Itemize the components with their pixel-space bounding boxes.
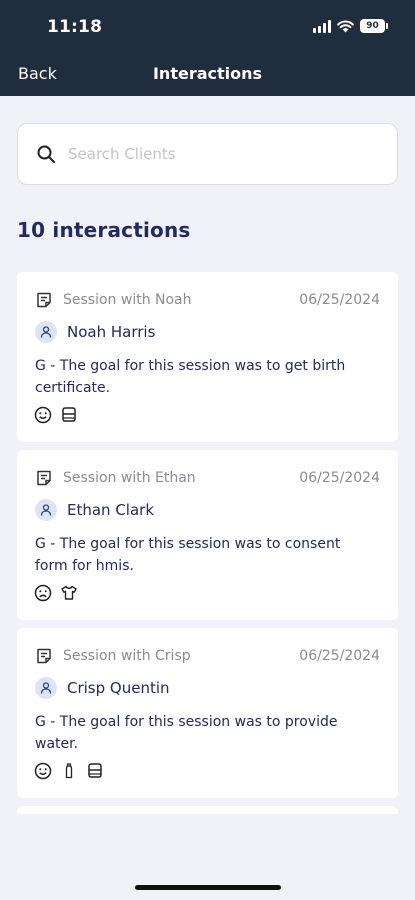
interaction-count: 10 interactions — [17, 218, 191, 242]
battery-level: 90 — [366, 21, 379, 31]
shirt-icon — [60, 584, 78, 602]
client-avatar-icon — [35, 677, 57, 699]
session-date: 06/25/2024 — [299, 470, 380, 486]
search-bar[interactable] — [17, 123, 398, 185]
battery-icon: 90 — [360, 19, 388, 33]
session-date: 06/25/2024 — [299, 292, 380, 308]
back-button[interactable]: Back — [18, 64, 57, 83]
status-time: 11:18 — [47, 17, 103, 37]
interaction-card[interactable]: Session with Crisp 06/25/2024 Crisp Quen… — [17, 628, 398, 798]
note-icon — [37, 470, 51, 486]
session-date: 06/25/2024 — [299, 648, 380, 664]
service-icons — [34, 584, 78, 602]
search-input[interactable] — [68, 145, 358, 163]
client-name[interactable]: Noah Harris — [67, 323, 155, 341]
session-title: Session with Ethan — [63, 470, 196, 486]
smiley-face-icon — [34, 762, 52, 780]
service-icons — [34, 762, 104, 780]
session-description: G - The goal for this session was to con… — [35, 536, 341, 574]
session-description: G - The goal for this session was to get… — [35, 358, 346, 396]
sad-face-icon — [34, 584, 52, 602]
smiley-face-icon — [34, 406, 52, 424]
note-icon — [37, 648, 51, 664]
session-title: Session with Crisp — [63, 648, 191, 664]
home-indicator[interactable] — [135, 885, 281, 890]
note-icon — [37, 292, 51, 308]
page-title: Interactions — [152, 64, 263, 83]
service-icons — [34, 406, 78, 424]
client-avatar-icon — [35, 321, 57, 343]
interaction-card[interactable]: Session with Noah 06/25/2024 Noah Harris… — [17, 272, 398, 442]
status-icons: 90 — [313, 19, 388, 33]
client-avatar-icon — [35, 499, 57, 521]
top-bar: 11:18 90 Interactions Back — [0, 0, 415, 96]
bus-icon — [60, 406, 78, 424]
session-title: Session with Noah — [63, 292, 192, 308]
signal-icon — [313, 19, 331, 33]
interaction-card[interactable] — [17, 806, 398, 814]
water-bottle-icon — [60, 762, 78, 780]
interaction-card[interactable]: Session with Ethan 06/25/2024 Ethan Clar… — [17, 450, 398, 620]
client-name[interactable]: Crisp Quentin — [67, 679, 170, 697]
session-description: G - The goal for this session was to pro… — [35, 714, 338, 752]
interaction-list[interactable]: Session with Noah 06/25/2024 Noah Harris… — [17, 272, 398, 814]
client-name[interactable]: Ethan Clark — [67, 501, 154, 519]
wifi-icon — [337, 20, 354, 32]
bus-icon — [86, 762, 104, 780]
search-icon — [37, 145, 55, 163]
